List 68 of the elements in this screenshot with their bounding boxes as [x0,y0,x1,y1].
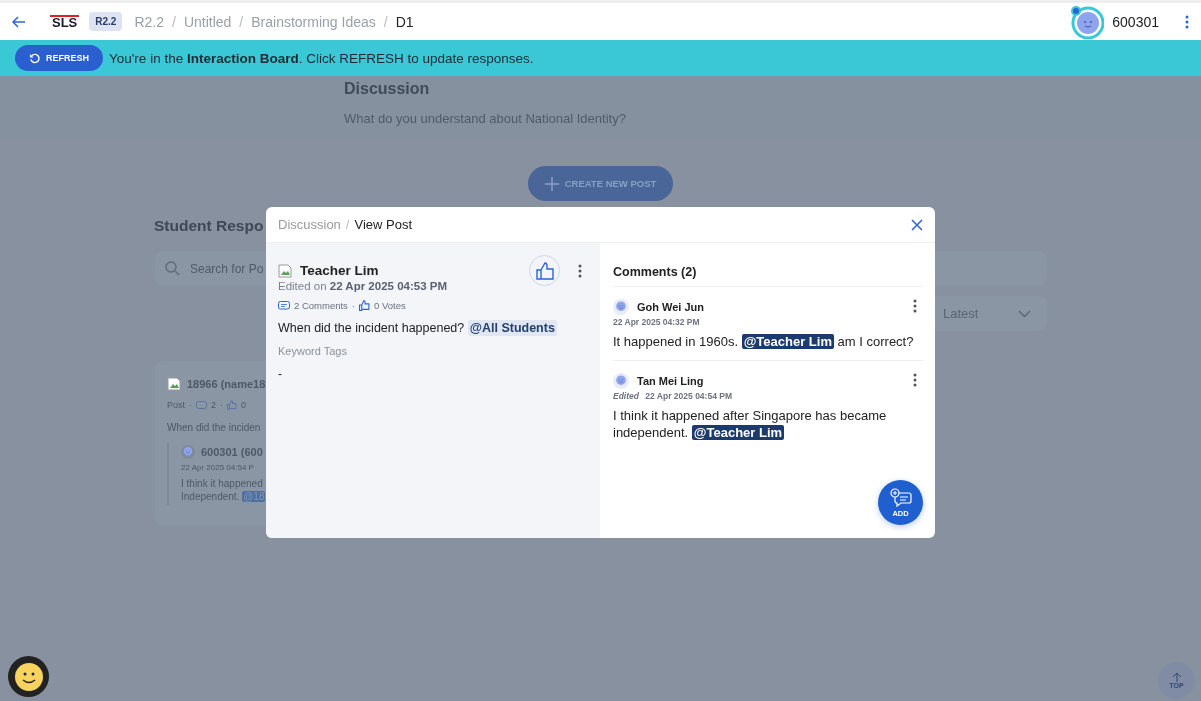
breadcrumb-item: D1 [395,13,414,30]
vote-count: 0 Votes [374,300,406,311]
more-icon[interactable] [913,299,917,313]
comment-icon [278,300,290,311]
section-title: Student Respo [154,217,264,235]
tags-value: - [278,367,283,381]
smiley-icon [13,661,44,692]
breadcrumb-item[interactable]: Discussion [278,217,341,232]
add-comment-icon [889,487,912,508]
breadcrumb-item[interactable]: R2.2 [134,13,164,30]
close-icon[interactable] [911,218,923,231]
separator-dot: · [189,400,192,410]
user-id: 600301 [1112,13,1159,30]
post-text: When did the incident happened? @All Students [278,319,558,337]
thumbs-up-icon [359,300,371,311]
more-icon[interactable] [913,373,917,387]
mention-link[interactable]: @Teacher Lim [741,334,834,349]
refresh-button[interactable]: REFRESH [15,45,103,71]
breadcrumb-separator: / [239,13,244,30]
breadcrumb-separator: / [383,13,388,30]
breadcrumb-item[interactable]: Untitled [183,13,232,30]
back-arrow-icon[interactable] [12,15,26,28]
more-icon[interactable] [1185,14,1189,29]
comment-time: 22 Apr 2025 04:32 PM [613,317,701,327]
comment-text: It happened in 1960s. @Teacher Lim am I correct? [613,333,915,350]
comment-time: Edited 22 Apr 2025 04:54 PM [613,391,733,401]
discussion-title: Discussion [344,80,431,98]
plus-icon [544,176,559,191]
avatar-icon [613,373,629,389]
broken-image-icon [167,377,181,391]
comment-icon [196,400,207,410]
like-button[interactable] [529,255,560,286]
author-name: 600301 (600 [201,446,263,458]
tags-label: Keyword Tags [278,345,348,357]
post-label: Post [167,400,185,410]
separator-dot: · [220,400,224,410]
avatar-icon[interactable] [1070,4,1105,39]
version-badge: R2.2 [89,12,123,31]
post-text: When did the inciden [167,422,261,433]
author-name: Teacher Lim [300,263,379,278]
refresh-icon [29,52,40,64]
edited-time: Edited on 22 Apr 2025 04:53 PM [278,280,448,292]
comment-count: 2 Comments [294,300,348,311]
breadcrumb-separator: / [172,13,176,30]
avatar-icon [613,299,629,315]
breadcrumb-item[interactable]: Brainstorming Ideas [251,13,376,30]
more-icon[interactable] [578,263,582,278]
breadcrumb-separator: / [345,217,350,232]
mention-link[interactable]: @Teacher Lim [691,425,785,440]
thumbs-up-icon [227,400,238,410]
broken-image-icon [278,263,292,278]
create-post-button[interactable]: CREATE NEW POST [528,166,673,201]
comment-text: I think it happened after Singapore has became independent. @Teacher Lim [613,407,888,441]
mention-link[interactable]: @All Students [467,320,557,336]
search-icon [165,261,180,276]
arrow-up-icon [1171,672,1182,682]
avatar-icon [181,445,195,459]
banner-message: You're in the Interaction Board. Click REFRESH to update responses. [109,50,534,66]
author-name: Goh Wei Jun [637,301,705,313]
author-name: 18966 (name18 [187,378,266,390]
thumbs-up-icon [535,261,554,280]
breadcrumb-item: View Post [354,217,413,232]
chevron-down-icon [1018,309,1031,318]
author-name: Tan Mei Ling [637,375,704,387]
separator-dot: · [351,300,356,311]
logo: SLS [50,14,80,29]
comments-title: Comments (2) [613,265,923,287]
feedback-button[interactable] [8,656,49,697]
